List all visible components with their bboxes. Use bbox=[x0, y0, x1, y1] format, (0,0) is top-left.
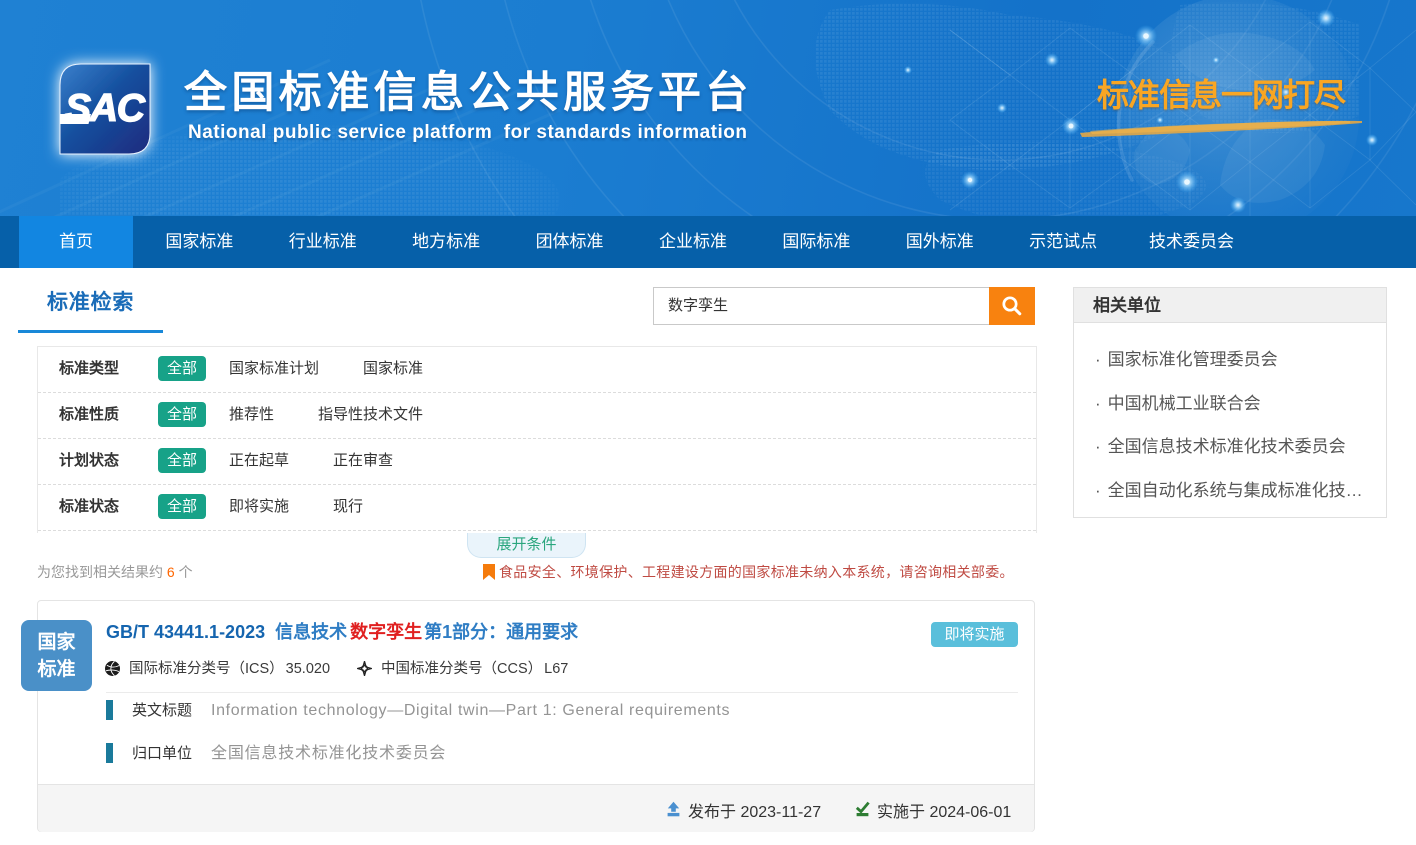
svg-text:SAC: SAC bbox=[65, 87, 146, 130]
